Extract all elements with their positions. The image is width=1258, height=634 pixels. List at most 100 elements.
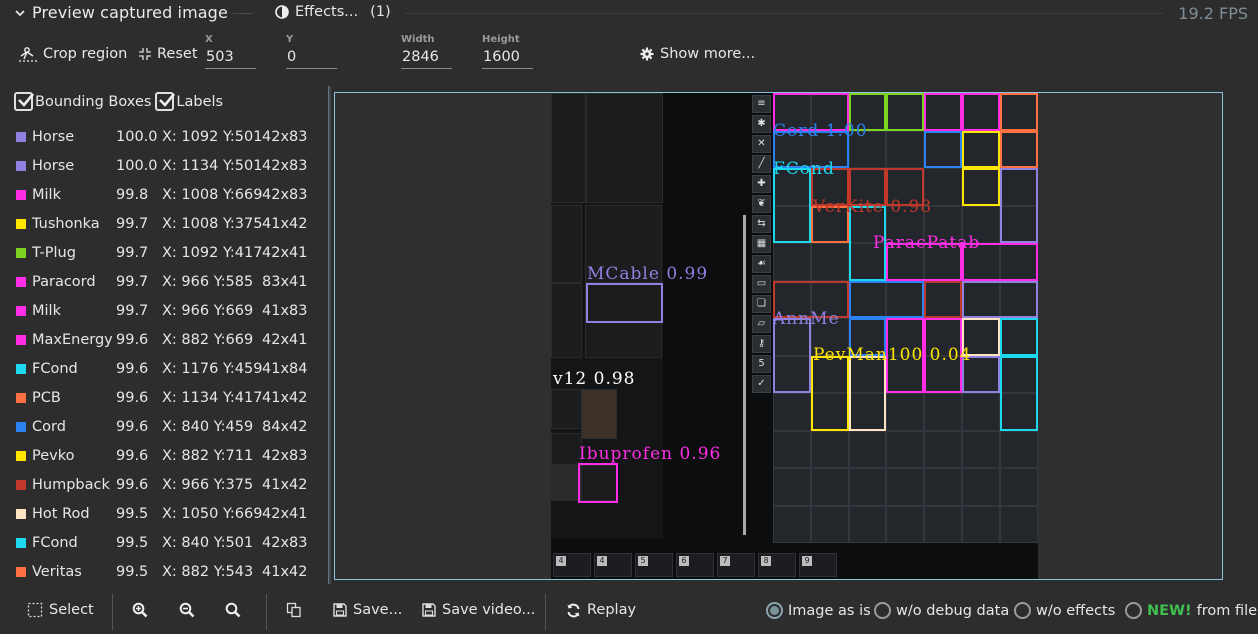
detections-panel: Bounding Boxes Labels Horse 100.0 X: 1092 … bbox=[0, 84, 322, 584]
captured-image: MCable 0.99 v12 0.98 Ibuprofen 0.96 ≡ ✱ ✕ ╱… bbox=[551, 93, 1038, 579]
color-swatch bbox=[16, 364, 26, 374]
detection-row[interactable]: Cord 99.6 X: 840 Y:459 84x42 bbox=[0, 413, 322, 442]
zoom-in-button[interactable] bbox=[132, 602, 148, 618]
reset-button[interactable]: Reset bbox=[138, 46, 198, 62]
detection-row[interactable]: Milk 99.8 X: 1008 Y:669 42x83 bbox=[0, 181, 322, 210]
detection-row[interactable]: Hot Rod 99.5 X: 1050 Y:669 42x41 bbox=[0, 500, 322, 529]
detection-row[interactable]: Horse 100.0 X: 1092 Y:501 42x83 bbox=[0, 123, 322, 152]
detection-row[interactable]: Pevko 99.6 X: 882 Y:711 42x83 bbox=[0, 442, 322, 471]
copy-button[interactable] bbox=[286, 602, 302, 618]
detection-row[interactable]: Tushonka 99.7 X: 1008 Y:375 41x42 bbox=[0, 210, 322, 239]
view-mode-from-file[interactable]: NEW! from file bbox=[1125, 602, 1257, 619]
replay-button[interactable]: Replay bbox=[566, 602, 636, 618]
detection-position: X: 1008 Y:375 bbox=[162, 216, 263, 232]
save-video-button[interactable]: Save video... bbox=[422, 602, 535, 618]
inventory-cell bbox=[886, 130, 925, 168]
detection-position: X: 1134 Y:501 bbox=[162, 158, 263, 174]
divider bbox=[404, 13, 1164, 14]
sort-tool-icon: ⇆ bbox=[752, 215, 771, 233]
crop-region-button[interactable]: Crop region bbox=[18, 46, 127, 62]
overlay-label: AnnMe bbox=[773, 309, 840, 329]
checkbox-checked-icon bbox=[14, 92, 35, 111]
detection-size: 41x42 bbox=[262, 390, 308, 406]
detection-confidence: 99.7 bbox=[116, 216, 149, 232]
detection-size: 83x41 bbox=[262, 274, 308, 290]
detection-row[interactable]: Paracord 99.7 X: 966 Y:585 83x41 bbox=[0, 268, 322, 297]
floppy-disk-icon bbox=[422, 603, 436, 617]
bounding-boxes-checkbox[interactable]: Bounding Boxes bbox=[14, 92, 151, 111]
divider bbox=[545, 594, 546, 630]
display-options: Bounding Boxes Labels bbox=[14, 92, 223, 111]
bounding-box bbox=[962, 130, 1000, 168]
sort-tool-icon: ▱ bbox=[752, 315, 771, 333]
crop-y-input[interactable] bbox=[286, 46, 337, 69]
stash-scrollbar[interactable] bbox=[743, 215, 746, 535]
inventory-cell bbox=[773, 430, 811, 468]
detection-position: X: 1092 Y:501 bbox=[162, 129, 263, 145]
preview-header: Preview captured image Effects... (1) 19… bbox=[0, 0, 1258, 28]
inventory-cell bbox=[886, 505, 925, 543]
sort-tool-icon: ☙ bbox=[752, 255, 771, 273]
detection-name: Hot Rod bbox=[32, 506, 90, 522]
sort-tool-icon: ╱ bbox=[752, 155, 771, 173]
hotbar-key: 4 bbox=[556, 556, 566, 566]
image-preview[interactable]: MCable 0.99 v12 0.98 Ibuprofen 0.96 ≡ ✱ ✕ ╱… bbox=[334, 92, 1223, 580]
hotbar-slot: 8 bbox=[758, 553, 796, 577]
detection-row[interactable]: FCond 99.6 X: 1176 Y:459 41x84 bbox=[0, 355, 322, 384]
inventory-cell bbox=[886, 430, 925, 468]
view-mode-without-debug[interactable]: w/o debug data bbox=[874, 602, 1009, 619]
detection-confidence: 99.6 bbox=[116, 361, 149, 377]
detection-confidence: 100.0 bbox=[116, 129, 158, 145]
detection-size: 41x83 bbox=[262, 303, 308, 319]
effects-button[interactable]: Effects... (1) bbox=[275, 4, 391, 20]
zoom-reset-button[interactable] bbox=[225, 602, 241, 618]
crop-x-input[interactable] bbox=[205, 46, 256, 69]
detection-name: Humpback bbox=[32, 477, 110, 493]
hotbar-slot: 5 bbox=[635, 553, 673, 577]
detection-position: X: 882 Y:669 bbox=[162, 332, 254, 348]
inventory-cell bbox=[848, 430, 887, 468]
preview-collapse-toggle[interactable]: Preview captured image bbox=[14, 3, 228, 22]
sort-tool-icon: ❦ bbox=[752, 195, 771, 213]
detection-row[interactable]: Milk 99.7 X: 966 Y:669 41x83 bbox=[0, 297, 322, 326]
detection-row[interactable]: Humpback 99.6 X: 966 Y:375 41x42 bbox=[0, 471, 322, 500]
detection-confidence: 100.0 bbox=[116, 158, 158, 174]
detection-row[interactable]: Veritas 99.5 X: 882 Y:543 41x42 bbox=[0, 558, 322, 587]
detection-row[interactable]: PCB 99.6 X: 1134 Y:417 41x42 bbox=[0, 384, 322, 413]
overlay-label: ParacPatab bbox=[873, 233, 981, 253]
hotbar-key: 9 bbox=[802, 556, 812, 566]
detection-row[interactable]: T-Plug 99.7 X: 1092 Y:417 42x41 bbox=[0, 239, 322, 268]
show-more-label: Show more... bbox=[660, 46, 756, 62]
radio-empty-icon bbox=[1014, 602, 1031, 619]
sort-tool-icon: 5 bbox=[752, 355, 771, 373]
zoom-out-icon bbox=[179, 602, 195, 618]
view-mode-image-as-is[interactable]: Image as is bbox=[766, 602, 871, 619]
view-mode-without-effects[interactable]: w/o effects bbox=[1014, 602, 1115, 619]
preview-toolbar: Select Save... Save video... Replay Imag… bbox=[0, 592, 1258, 632]
select-button[interactable]: Select bbox=[27, 602, 94, 618]
view-mode-label: w/o debug data bbox=[896, 602, 1010, 619]
detection-row[interactable]: FCond 99.5 X: 840 Y:501 42x83 bbox=[0, 529, 322, 558]
crop-height-input[interactable] bbox=[482, 46, 533, 69]
detection-row[interactable]: MaxEnergy 99.6 X: 882 Y:669 42x41 bbox=[0, 326, 322, 355]
view-mode-label: from file bbox=[1196, 602, 1258, 619]
color-swatch bbox=[16, 538, 26, 548]
detection-confidence: 99.5 bbox=[116, 535, 149, 551]
detection-size: 41x42 bbox=[262, 216, 308, 232]
contrast-icon bbox=[275, 5, 289, 19]
divider bbox=[266, 594, 267, 630]
crop-width-input[interactable] bbox=[401, 46, 452, 69]
save-button[interactable]: Save... bbox=[333, 602, 402, 618]
inventory-cell bbox=[962, 505, 1000, 543]
labels-checkbox[interactable]: Labels bbox=[155, 92, 223, 111]
zoom-out-button[interactable] bbox=[179, 602, 195, 618]
detection-row[interactable]: Horse 100.0 X: 1134 Y:501 42x83 bbox=[0, 152, 322, 181]
detection-name: MaxEnergy bbox=[32, 332, 113, 348]
panel-splitter[interactable] bbox=[328, 86, 331, 584]
bounding-box bbox=[999, 168, 1038, 243]
zoom-in-icon bbox=[132, 602, 148, 618]
bounding-box bbox=[999, 355, 1038, 431]
crop-region-label: Crop region bbox=[43, 46, 128, 62]
bounding-box bbox=[578, 463, 618, 503]
show-more-button[interactable]: Show more... bbox=[640, 46, 755, 62]
